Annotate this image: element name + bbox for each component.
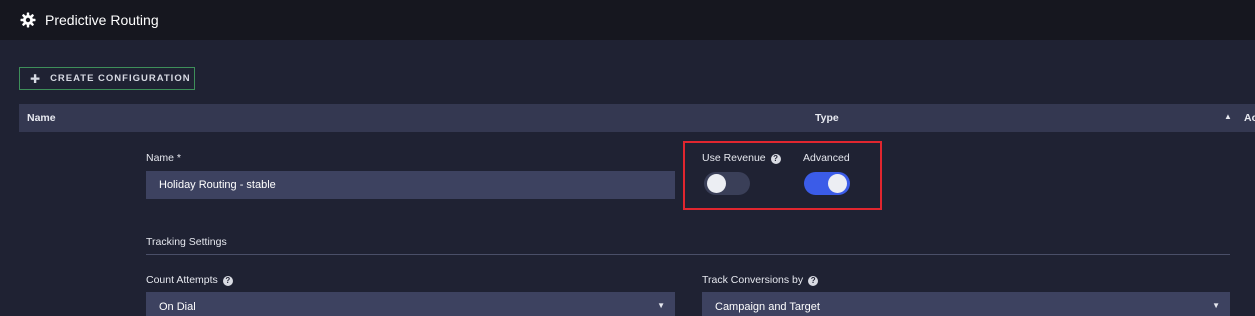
use-revenue-toggle[interactable]: [704, 172, 750, 195]
sort-ascending-icon[interactable]: ▲: [1224, 112, 1232, 121]
page-title: Predictive Routing: [45, 12, 159, 28]
plus-icon: ✚: [30, 71, 42, 86]
top-bar: Predictive Routing: [0, 0, 1255, 40]
help-icon[interactable]: ?: [770, 154, 781, 164]
track-conversions-label-group: Track Conversions by?: [702, 274, 819, 286]
name-field-label: Name *: [146, 152, 182, 164]
tracking-settings-heading: Tracking Settings: [146, 236, 227, 248]
track-conversions-value: Campaign and Target: [715, 301, 820, 313]
name-input[interactable]: [146, 171, 675, 199]
create-configuration-button[interactable]: ✚ CREATE CONFIGURATION: [19, 67, 195, 90]
track-conversions-select[interactable]: Campaign and Target ▼: [702, 292, 1230, 316]
count-attempts-select[interactable]: On Dial ▼: [146, 292, 675, 316]
count-attempts-label-group: Count Attempts?: [146, 274, 233, 286]
section-divider: [146, 254, 1230, 255]
gear-icon: [20, 12, 36, 28]
help-icon[interactable]: ?: [808, 276, 819, 286]
chevron-down-icon: ▼: [1212, 301, 1220, 310]
toggle-knob: [828, 174, 847, 193]
column-header-type[interactable]: Type: [815, 112, 839, 124]
create-configuration-label: CREATE CONFIGURATION: [50, 73, 191, 84]
chevron-down-icon: ▼: [657, 301, 665, 310]
use-revenue-label: Use Revenue: [702, 152, 766, 164]
toggle-knob: [707, 174, 726, 193]
track-conversions-label: Track Conversions by: [702, 274, 804, 286]
table-header: Name Type ▲ Ac: [19, 104, 1255, 132]
advanced-label: Advanced: [803, 152, 850, 164]
column-header-name[interactable]: Name: [27, 112, 56, 124]
column-header-actions[interactable]: Ac: [1244, 112, 1255, 124]
use-revenue-label-group: Use Revenue?: [702, 152, 781, 164]
help-icon[interactable]: ?: [222, 276, 233, 286]
count-attempts-label: Count Attempts: [146, 274, 218, 286]
advanced-toggle[interactable]: [804, 172, 850, 195]
count-attempts-value: On Dial: [159, 301, 196, 313]
